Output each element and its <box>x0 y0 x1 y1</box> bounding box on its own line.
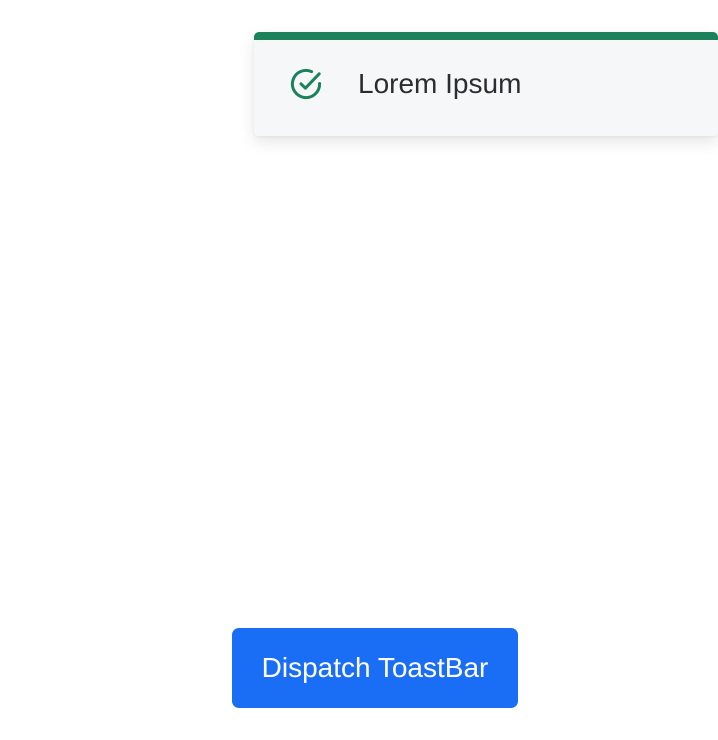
toast-message: Lorem Ipsum <box>358 68 522 99</box>
toast-notification: Lorem Ipsum <box>254 32 718 136</box>
dispatch-toastbar-button[interactable]: Dispatch ToastBar <box>232 628 518 708</box>
check-circle-icon <box>290 68 322 100</box>
